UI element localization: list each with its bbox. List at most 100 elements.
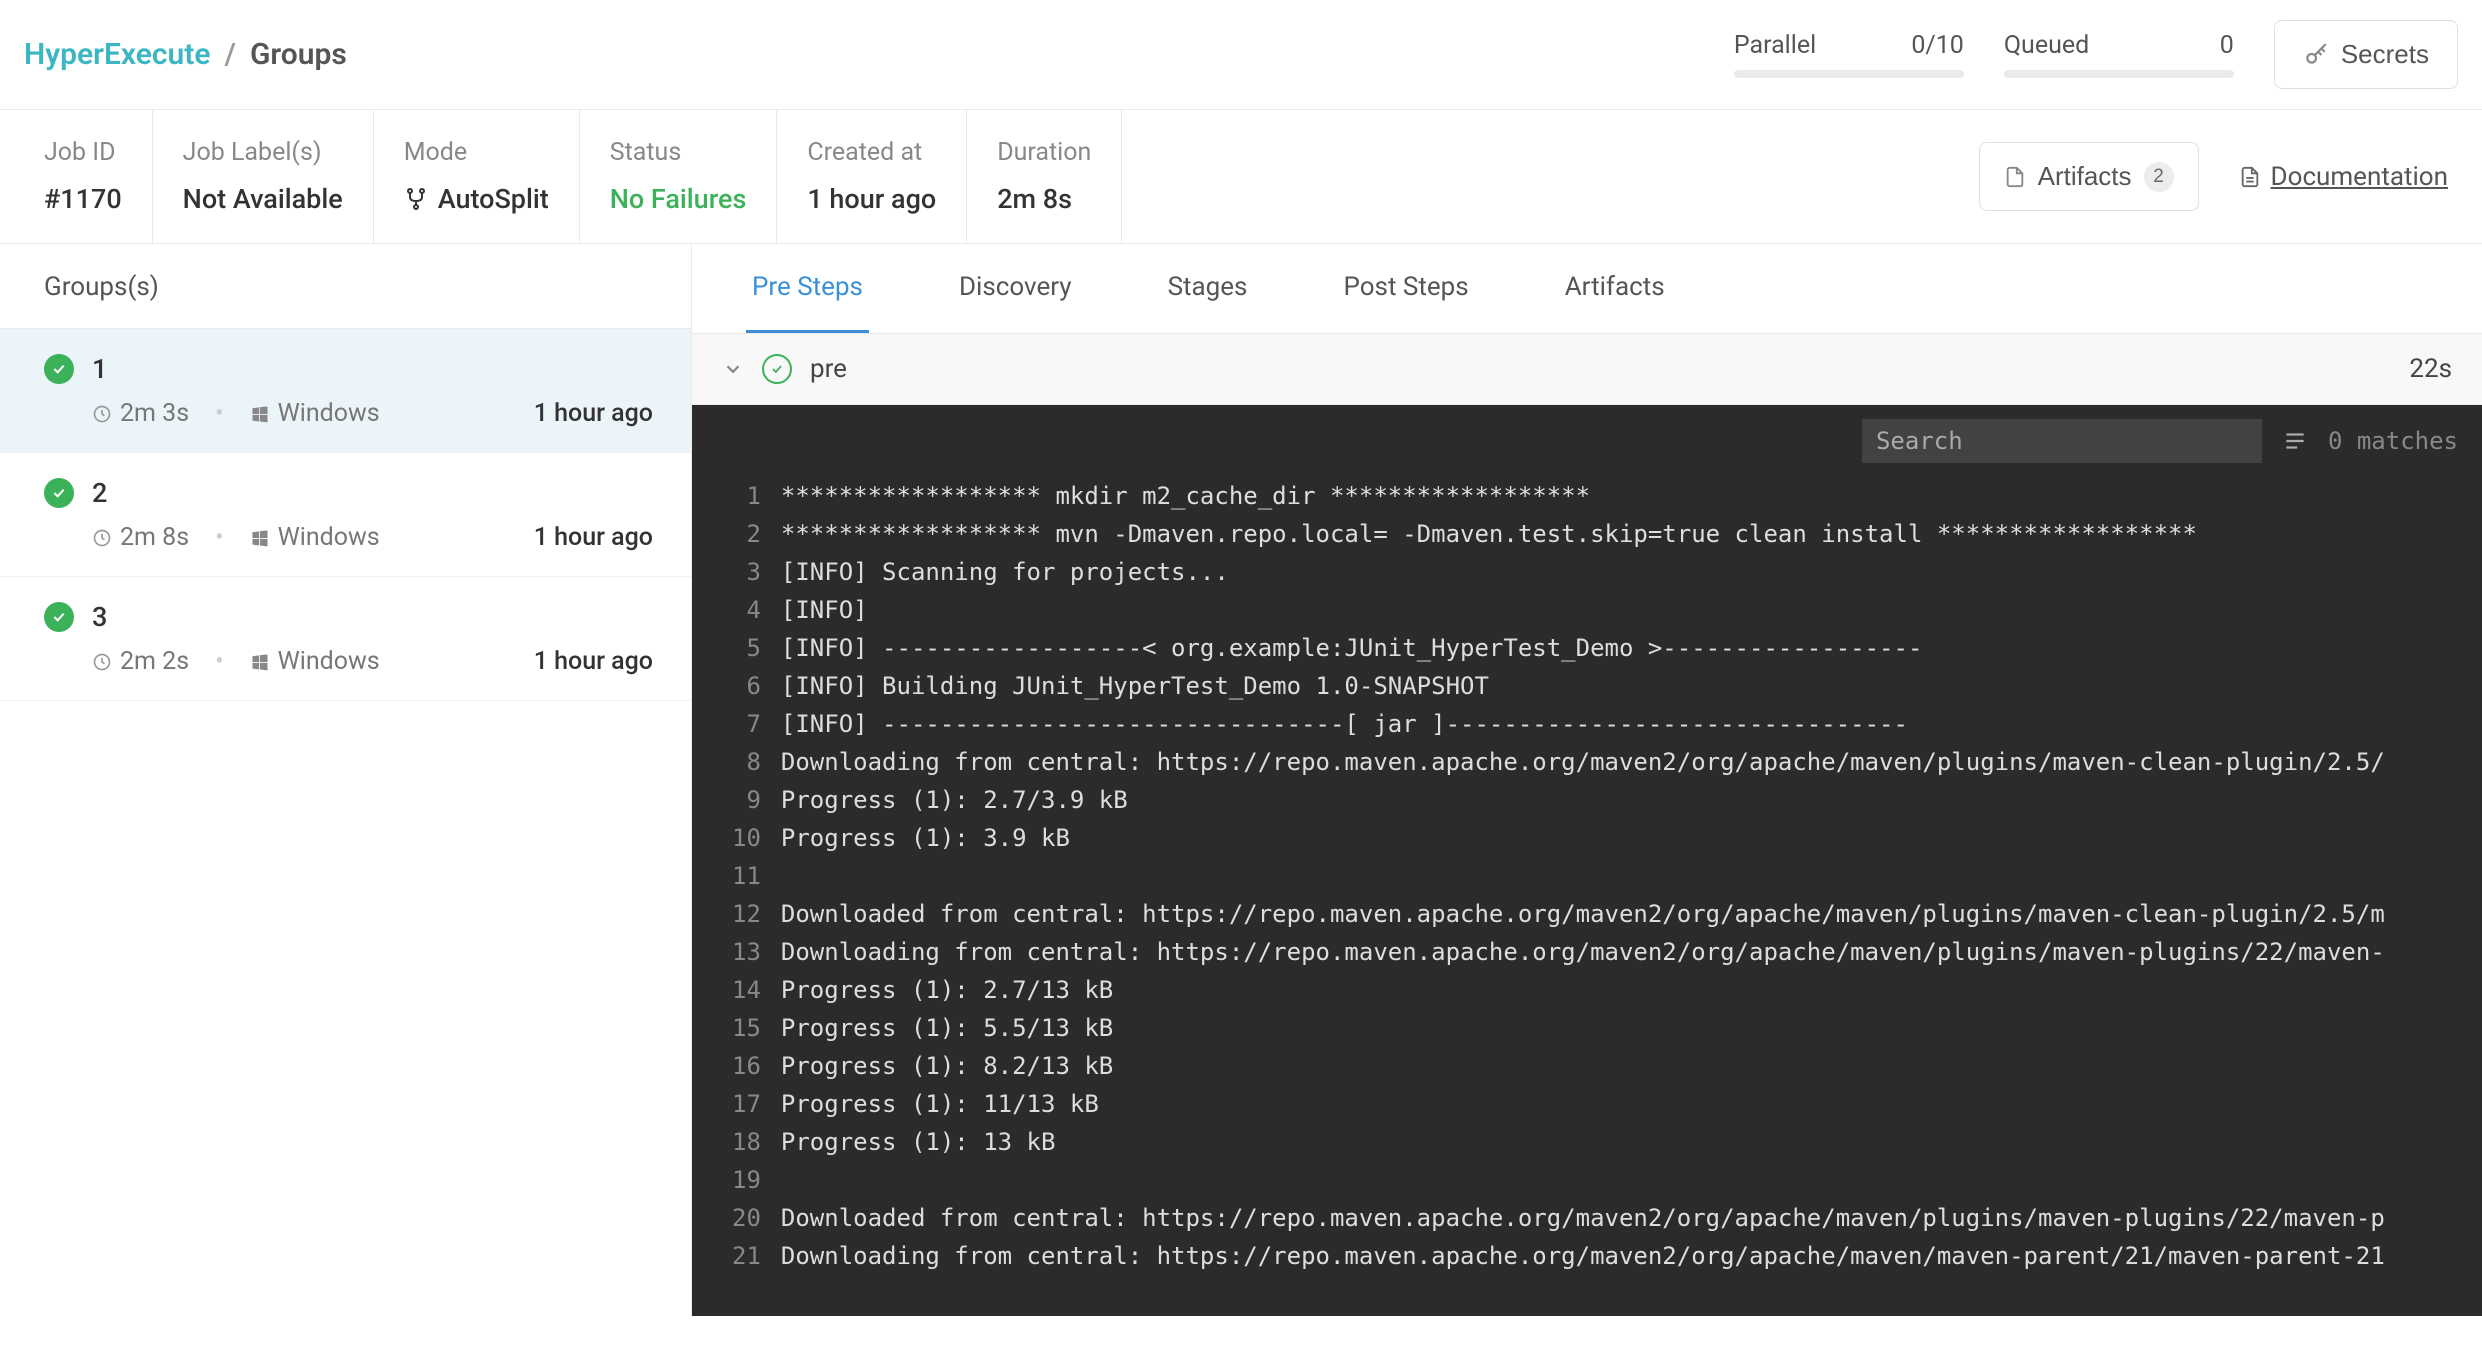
breadcrumb-brand[interactable]: HyperExecute <box>24 37 211 72</box>
group-index: 3 <box>92 601 107 633</box>
main-panel: Pre Steps Discovery Stages Post Steps Artifa… <box>692 244 2482 1316</box>
metric-parallel: Parallel 0/10 <box>1734 31 1964 78</box>
info-status-label: Status <box>610 138 747 167</box>
group-index: 2 <box>92 477 107 509</box>
artifacts-button-label: Artifacts <box>2038 161 2132 192</box>
metric-queued-label: Queued <box>2004 31 2089 60</box>
artifacts-badge: 2 <box>2144 162 2174 192</box>
group-age: 1 hour ago <box>534 647 653 676</box>
info-labels-label: Job Label(s) <box>183 138 343 167</box>
info-labels: Job Label(s) Not Available <box>153 110 374 243</box>
tab-pre-steps[interactable]: Pre Steps <box>746 244 869 333</box>
group-item[interactable]: 2 2m 8s • Windows 1 hour ago <box>0 453 691 577</box>
metric-queued-value: 0 <box>2220 31 2234 60</box>
info-actions: Artifacts 2 Documentation <box>1969 110 2458 243</box>
documentation-link-label: Documentation <box>2271 162 2448 192</box>
check-icon <box>44 478 74 508</box>
metric-queued-bar <box>2004 70 2234 78</box>
log-line: Progress (1): 3.9 kB <box>781 819 2482 857</box>
key-icon <box>2303 42 2329 68</box>
windows-icon <box>250 528 270 548</box>
tab-post-steps[interactable]: Post Steps <box>1337 244 1474 333</box>
info-labels-value: Not Available <box>183 183 343 215</box>
step-duration: 22s <box>2409 354 2452 384</box>
clock-icon <box>92 404 112 424</box>
log-line: Downloading from central: https://repo.m… <box>781 743 2482 781</box>
group-item[interactable]: 1 2m 3s • Windows 1 hour ago <box>0 329 691 453</box>
console-search-input[interactable] <box>1862 419 2262 463</box>
console-toolbar: 0 matches <box>692 405 2482 477</box>
log-line: Downloading from central: https://repo.m… <box>781 1237 2482 1275</box>
documentation-link[interactable]: Documentation <box>2239 162 2448 192</box>
info-job-id: Job ID #1170 <box>24 110 153 243</box>
log-line: [INFO] --------------------------------[… <box>781 705 2482 743</box>
wrap-lines-icon[interactable] <box>2282 428 2308 454</box>
info-created-label: Created at <box>807 138 936 167</box>
log-line: Progress (1): 8.2/13 kB <box>781 1047 2482 1085</box>
info-created: Created at 1 hour ago <box>777 110 967 243</box>
log-line: ****************** mvn -Dmaven.repo.loca… <box>781 515 2482 553</box>
group-duration: 2m 8s <box>92 523 189 552</box>
secrets-button[interactable]: Secrets <box>2274 20 2458 89</box>
log-line: Progress (1): 5.5/13 kB <box>781 1009 2482 1047</box>
log-line: [INFO] Scanning for projects... <box>781 553 2482 591</box>
clock-icon <box>92 652 112 672</box>
metric-parallel-bar <box>1734 70 1964 78</box>
log-line: Downloaded from central: https://repo.ma… <box>781 1199 2482 1237</box>
group-age: 1 hour ago <box>534 523 653 552</box>
top-bar: HyperExecute / Groups Parallel 0/10 Queu… <box>0 0 2482 110</box>
info-job-id-value: #1170 <box>44 183 122 215</box>
step-status-icon <box>762 354 792 384</box>
log-line: Progress (1): 13 kB <box>781 1123 2482 1161</box>
metric-queued: Queued 0 <box>2004 31 2234 78</box>
metric-parallel-label: Parallel <box>1734 31 1816 60</box>
console: 0 matches 123456789101112131415161718192… <box>692 405 2482 1316</box>
autosplit-icon <box>404 187 428 211</box>
metric-parallel-value: 0/10 <box>1911 31 1963 60</box>
group-duration: 2m 3s <box>92 399 189 428</box>
info-duration: Duration 2m 8s <box>967 110 1122 243</box>
log-line: Downloaded from central: https://repo.ma… <box>781 895 2482 933</box>
info-bar: Job ID #1170 Job Label(s) Not Available … <box>0 110 2482 244</box>
breadcrumb-separator: / <box>225 37 236 72</box>
tab-discovery[interactable]: Discovery <box>953 244 1078 333</box>
tab-stages[interactable]: Stages <box>1162 244 1254 333</box>
group-os: Windows <box>250 523 380 552</box>
separator-dot: • <box>215 523 223 552</box>
group-item[interactable]: 3 2m 2s • Windows 1 hour ago <box>0 577 691 701</box>
groups-sidebar: Groups(s) 1 2m 3s • Windows 1 hour ago 2… <box>0 244 692 1316</box>
breadcrumb-current: Groups <box>250 37 347 72</box>
log-line: ****************** mkdir m2_cache_dir **… <box>781 477 2482 515</box>
info-created-value: 1 hour ago <box>807 183 936 215</box>
log-lines: ****************** mkdir m2_cache_dir **… <box>781 477 2482 1316</box>
info-mode-value: AutoSplit <box>404 183 549 215</box>
log-area[interactable]: 123456789101112131415161718192021 ******… <box>692 477 2482 1316</box>
group-age: 1 hour ago <box>534 399 653 428</box>
tab-artifacts[interactable]: Artifacts <box>1559 244 1671 333</box>
step-header[interactable]: pre 22s <box>692 334 2482 405</box>
log-line: [INFO] ------------------< org.example:J… <box>781 629 2482 667</box>
info-status: Status No Failures <box>580 110 778 243</box>
secrets-button-label: Secrets <box>2341 39 2429 70</box>
info-mode: Mode AutoSplit <box>374 110 580 243</box>
doc-icon <box>2239 166 2261 188</box>
log-line: [INFO] <box>781 591 2482 629</box>
log-line: Progress (1): 11/13 kB <box>781 1085 2482 1123</box>
check-icon <box>44 602 74 632</box>
breadcrumb: HyperExecute / Groups <box>24 37 347 72</box>
clock-icon <box>92 528 112 548</box>
log-line: Progress (1): 2.7/13 kB <box>781 971 2482 1009</box>
separator-dot: • <box>215 399 223 428</box>
artifacts-button[interactable]: Artifacts 2 <box>1979 142 2199 211</box>
console-matches: 0 matches <box>2328 427 2458 455</box>
group-os: Windows <box>250 399 380 428</box>
chevron-down-icon[interactable] <box>722 358 744 380</box>
info-mode-label: Mode <box>404 138 549 167</box>
info-duration-label: Duration <box>997 138 1091 167</box>
group-duration: 2m 2s <box>92 647 189 676</box>
log-gutter: 123456789101112131415161718192021 <box>692 477 781 1316</box>
info-status-value: No Failures <box>610 183 747 215</box>
log-line: Progress (1): 2.7/3.9 kB <box>781 781 2482 819</box>
top-right: Parallel 0/10 Queued 0 Secrets <box>1734 20 2458 89</box>
log-line <box>781 1161 2482 1199</box>
